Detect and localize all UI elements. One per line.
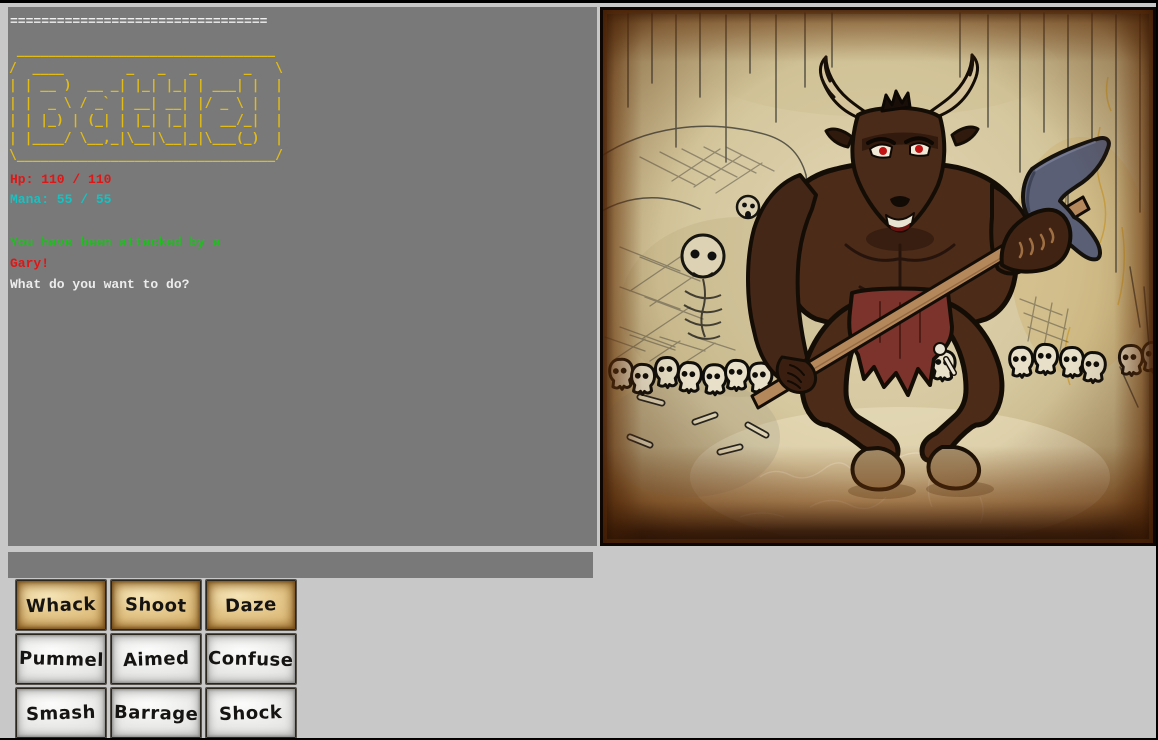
action-label: Whack [26, 593, 97, 616]
game-window: ================================= ______… [0, 0, 1158, 740]
action-button-smash[interactable]: Smash [16, 688, 106, 738]
action-label: Pummel [18, 647, 103, 670]
action-button-barrage[interactable]: Barrage [111, 688, 201, 738]
status-bar [8, 552, 593, 578]
action-label: Daze [225, 594, 277, 617]
action-grid: Whack Shoot Daze Pummel Aimed Confuse Sm… [16, 580, 296, 738]
hp-line: Hp: 110 / 110 [10, 173, 597, 186]
enemy-image-panel [600, 7, 1156, 546]
action-label: Barrage [114, 701, 199, 724]
battle-log: You have been attacked by a Gary! What d… [10, 236, 597, 291]
battle-message-enemy-name: Gary! [10, 257, 597, 270]
battle-terminal-panel: ================================= ______… [8, 7, 597, 546]
enemy-illustration-minotaur [600, 7, 1156, 546]
action-button-shoot[interactable]: Shoot [111, 580, 201, 630]
action-label: Aimed [122, 647, 189, 670]
mana-line: Mana: 55 / 55 [10, 193, 597, 206]
action-button-pummel[interactable]: Pummel [16, 634, 106, 684]
action-label: Shock [219, 701, 283, 724]
action-button-daze[interactable]: Daze [206, 580, 296, 630]
burnt-edges [600, 7, 1156, 546]
action-button-confuse[interactable]: Confuse [206, 634, 296, 684]
battle-message-attacked: You have been attacked by a [10, 236, 597, 249]
action-button-aimed[interactable]: Aimed [111, 634, 201, 684]
separator-line: ================================= [10, 14, 597, 30]
action-label: Smash [26, 701, 97, 724]
battle-message-prompt: What do you want to do? [10, 278, 597, 291]
action-button-whack[interactable]: Whack [16, 580, 106, 630]
action-label: Confuse [208, 647, 294, 670]
battle-banner-ascii: _________________________________ / ____… [9, 42, 597, 165]
action-label: Shoot [125, 594, 187, 617]
action-button-shock[interactable]: Shock [206, 688, 296, 738]
